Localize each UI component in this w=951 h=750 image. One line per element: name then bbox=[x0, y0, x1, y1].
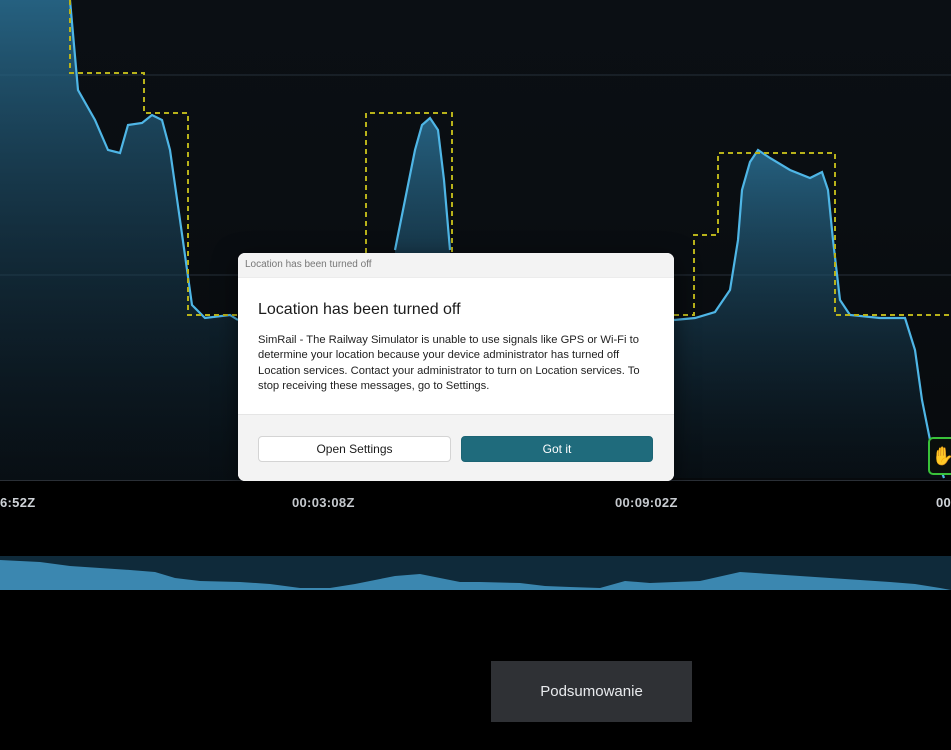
hand-icon: ✋ bbox=[931, 445, 951, 467]
location-dialog: Location has been turned off Location ha… bbox=[238, 253, 674, 481]
open-settings-button[interactable]: Open Settings bbox=[258, 436, 451, 462]
time-label: 00 bbox=[936, 495, 951, 510]
summary-button[interactable]: Podsumowanie bbox=[491, 661, 692, 722]
got-it-button[interactable]: Got it bbox=[461, 436, 653, 462]
time-label: 00:03:08Z bbox=[292, 495, 355, 510]
time-label: 6:52Z bbox=[0, 495, 36, 510]
overview-timeline[interactable] bbox=[0, 556, 951, 590]
dialog-heading: Location has been turned off bbox=[258, 301, 461, 318]
train-position-marker[interactable]: ✋ bbox=[928, 437, 951, 475]
dialog-body: SimRail - The Railway Simulator is unabl… bbox=[258, 334, 640, 393]
time-label: 00:09:02Z bbox=[615, 495, 678, 510]
dialog-footer: Open Settings Got it bbox=[238, 414, 674, 481]
dialog-titlebar: Location has been turned off bbox=[238, 253, 674, 278]
